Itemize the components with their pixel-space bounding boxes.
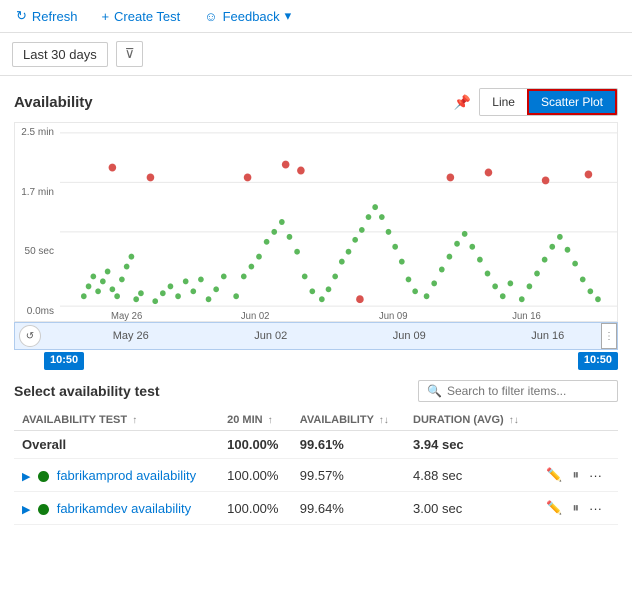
table-header-row: Select availability test 🔍 xyxy=(14,380,618,402)
scrubber-label-0: May 26 xyxy=(113,330,149,342)
table-header: AVAILABILITY TEST ↑ 20 MIN ↑ AVAILABILIT… xyxy=(14,410,618,431)
pause-button-1[interactable]: ⏸ xyxy=(571,498,582,518)
y-label-3: 0.0ms xyxy=(17,306,58,317)
filter-bar: Last 30 days ⊽ xyxy=(0,33,632,76)
pin-icon: 📌 xyxy=(454,94,471,110)
scrubber-label-2: Jun 09 xyxy=(393,330,426,342)
table-section-title: Select availability test xyxy=(14,383,160,399)
chart-section: Availability 📌 Line Scatter Plot 2.5 min… xyxy=(0,76,632,370)
row-1-label[interactable]: fabrikamdev availability xyxy=(57,501,191,516)
row-0-availability: 99.57% xyxy=(292,459,405,492)
status-dot xyxy=(38,471,49,482)
more-button-1[interactable]: ··· xyxy=(587,499,604,518)
toolbar: ↻ Refresh + Create Test ☺ Feedback ▾ xyxy=(0,0,632,33)
summary-duration: 3.94 sec xyxy=(405,431,536,459)
row-1-duration: 3.00 sec xyxy=(405,492,536,525)
more-button-0[interactable]: ··· xyxy=(587,466,604,485)
scrubber-labels: May 26 Jun 02 Jun 09 Jun 16 xyxy=(15,323,617,349)
smiley-icon: ☺ xyxy=(204,9,217,24)
row-0-name: ▶ fabrikamprod availability xyxy=(14,459,219,492)
table-section: Select availability test 🔍 AVAILABILITY … xyxy=(0,380,632,525)
row-1-20min: 100.00% xyxy=(219,492,292,525)
y-label-2: 50 sec xyxy=(17,246,58,257)
feedback-label: Feedback xyxy=(223,9,280,24)
row-0-label[interactable]: fabrikamprod availability xyxy=(57,468,196,483)
sort-icon-3: ↑↓ xyxy=(509,415,519,426)
y-axis: 2.5 min 1.7 min 50 sec 0.0ms xyxy=(15,123,60,321)
summary-actions xyxy=(536,431,618,459)
scrubber-label-1: Jun 02 xyxy=(254,330,287,342)
feedback-dropdown-arrow: ▾ xyxy=(285,8,292,24)
svg-text:May 26: May 26 xyxy=(111,311,142,321)
col-header-duration: DURATION (AVG) ↑↓ xyxy=(405,410,536,431)
row-0-action-btns: ✏️ ⏸ ··· xyxy=(544,465,610,485)
chart-type-toggle: Line Scatter Plot xyxy=(479,88,618,116)
sort-icon-0: ↑ xyxy=(132,415,137,426)
svg-text:Jun 02: Jun 02 xyxy=(241,311,270,321)
refresh-label: Refresh xyxy=(32,9,78,24)
chart-controls: 📌 Line Scatter Plot xyxy=(452,88,618,116)
edit-button-1[interactable]: ✏️ xyxy=(544,498,564,518)
col-header-test: AVAILABILITY TEST ↑ xyxy=(14,410,219,431)
svg-text:Jun 16: Jun 16 xyxy=(512,311,541,321)
filter-icon: ⊽ xyxy=(125,46,135,61)
edit-button-0[interactable]: ✏️ xyxy=(544,465,564,485)
scrubber-reset-button[interactable]: ↺ xyxy=(19,325,41,347)
refresh-button[interactable]: ↻ Refresh xyxy=(12,6,81,26)
search-input[interactable] xyxy=(447,384,609,398)
search-box[interactable]: 🔍 xyxy=(418,380,618,402)
availability-table: AVAILABILITY TEST ↑ 20 MIN ↑ AVAILABILIT… xyxy=(14,410,618,525)
row-0-20min: 100.00% xyxy=(219,459,292,492)
status-dot xyxy=(38,504,49,515)
date-range-label: Last 30 days xyxy=(23,47,97,62)
refresh-icon: ↻ xyxy=(16,8,27,24)
col-header-20min: 20 MIN ↑ xyxy=(219,410,292,431)
timeline-scrubber[interactable]: ↺ May 26 Jun 02 Jun 09 Jun 16 ⋮ xyxy=(14,322,618,350)
expand-button-1[interactable]: ▶ xyxy=(22,503,30,516)
pin-button[interactable]: 📌 xyxy=(452,92,473,113)
scrubber-label-3: Jun 16 xyxy=(531,330,564,342)
timeline-container: ↺ May 26 Jun 02 Jun 09 Jun 16 ⋮ 10:50 10… xyxy=(14,322,618,370)
filter-icon-button[interactable]: ⊽ xyxy=(116,41,144,67)
row-0-actions: ✏️ ⏸ ··· xyxy=(536,459,618,492)
svg-text:Jun 09: Jun 09 xyxy=(379,311,408,321)
row-1-availability: 99.64% xyxy=(292,492,405,525)
create-test-button[interactable]: + Create Test xyxy=(97,7,184,26)
feedback-button[interactable]: ☺ Feedback ▾ xyxy=(200,6,295,26)
date-range-button[interactable]: Last 30 days xyxy=(12,42,108,67)
row-0-duration: 4.88 sec xyxy=(405,459,536,492)
summary-name: Overall xyxy=(14,431,219,459)
sort-icon-2: ↑↓ xyxy=(379,415,389,426)
y-label-0: 2.5 min xyxy=(17,127,58,138)
scrubber-handle-right[interactable]: ⋮ xyxy=(601,323,617,349)
time-badge-end: 10:50 xyxy=(578,352,618,370)
expand-button-0[interactable]: ▶ xyxy=(22,470,30,483)
plus-icon: + xyxy=(101,9,109,24)
summary-availability: 99.61% xyxy=(292,431,405,459)
chart-header: Availability 📌 Line Scatter Plot xyxy=(14,88,618,116)
row-1-actions: ✏️ ⏸ ··· xyxy=(536,492,618,525)
time-badge-start: 10:50 xyxy=(44,352,84,370)
create-test-label: Create Test xyxy=(114,9,180,24)
col-header-actions xyxy=(536,410,618,431)
table-row[interactable]: ▶ fabrikamdev availability 100.00% 99.64… xyxy=(14,492,618,525)
sort-icon-1: ↑ xyxy=(268,415,273,426)
pause-button-0[interactable]: ⏸ xyxy=(571,465,582,485)
table-row[interactable]: ▶ fabrikamprod availability 100.00% 99.5… xyxy=(14,459,618,492)
summary-row: Overall 100.00% 99.61% 3.94 sec xyxy=(14,431,618,459)
time-badges-row: 10:50 10:50 xyxy=(14,350,618,370)
row-1-action-btns: ✏️ ⏸ ··· xyxy=(544,498,610,518)
scatter-plot-button[interactable]: Scatter Plot xyxy=(527,89,617,115)
col-header-availability: AVAILABILITY ↑↓ xyxy=(292,410,405,431)
scatter-chart: 2.5 min 1.7 min 50 sec 0.0ms May 26 Jun … xyxy=(14,122,618,322)
line-chart-button[interactable]: Line xyxy=(480,89,527,115)
scatter-svg: May 26 Jun 02 Jun 09 Jun 16 xyxy=(60,123,617,321)
summary-20min: 100.00% xyxy=(219,431,292,459)
y-label-1: 1.7 min xyxy=(17,187,58,198)
chart-title: Availability xyxy=(14,94,93,111)
search-icon: 🔍 xyxy=(427,384,442,398)
row-1-name: ▶ fabrikamdev availability xyxy=(14,492,219,525)
chart-plot[interactable]: May 26 Jun 02 Jun 09 Jun 16 xyxy=(60,123,617,321)
